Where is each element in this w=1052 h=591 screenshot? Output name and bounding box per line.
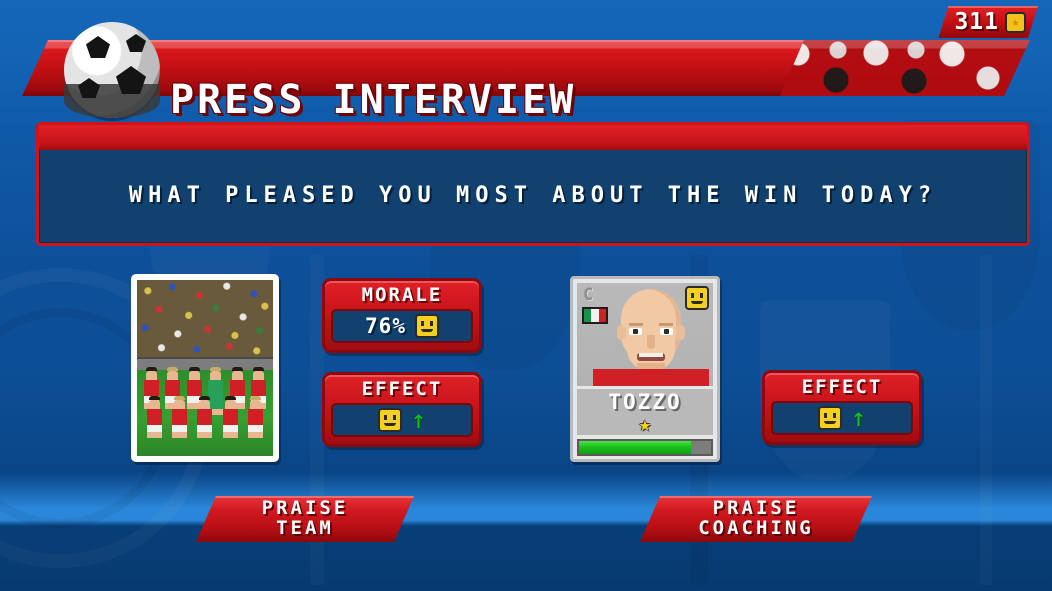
pitch-background [137,367,273,456]
effect-team-label: EFFECT [361,378,443,400]
effect-team-value-box: ↑ [331,402,473,437]
morale-panel: MORALE 76% [322,278,482,353]
praise-team-button[interactable]: PRAISE TEAM [196,496,414,542]
praise-coaching-button[interactable]: PRAISE COACHING [640,496,872,542]
crowd-background [137,280,273,358]
morale-value: 76% [365,313,406,338]
team-photo-card[interactable] [131,274,279,462]
coach-mood-icon-wrap [685,286,709,314]
coach-name-plate: TOZZO ★ [577,389,713,435]
smiley-face-icon [817,405,842,430]
coach-portrait: C [577,283,713,386]
star-icon: ★ [638,412,652,437]
coach-rating-bar [577,439,713,456]
question-banner-top-bar [39,125,1027,150]
game-screen: PRESS INTERVIEW 311 ★ WHAT PLEASED YOU M… [0,0,1052,591]
coach-rating-fill [579,441,692,454]
currency-amount: 311 [954,9,999,35]
team-player [197,395,213,438]
team-player [222,395,238,438]
up-arrow-icon: ↑ [850,403,867,433]
coach-role-badge: C [583,285,594,305]
morale-label: MORALE [361,284,443,306]
team-player [172,395,188,438]
praise-team-line2: TEAM [276,517,334,539]
currency-badge[interactable]: 311 ★ [938,6,1038,38]
background-watermark-streak [980,255,992,585]
effect-coaching-label: EFFECT [801,376,883,398]
team-player [247,395,263,438]
gold-coin-icon: ★ [1005,12,1026,33]
page-title: PRESS INTERVIEW [170,77,577,123]
morale-value-box: 76% [331,308,473,343]
header-ball-pattern [780,40,1030,96]
praise-coaching-line2: COACHING [698,517,814,539]
effect-coaching-value-box: ↑ [771,400,913,435]
effect-coaching-panel: EFFECT ↑ [762,370,922,445]
praise-team-line1: PRAISE [261,497,349,520]
coach-card[interactable]: C TOZZO ★ [570,276,720,462]
player-row-front [137,395,273,438]
team-player [147,395,163,438]
question-text: WHAT PLEASED YOU MOST ABOUT THE WIN TODA… [128,183,938,208]
praise-coaching-line1: PRAISE [712,497,800,520]
soccer-ball-icon [64,22,160,118]
smiley-face-icon [377,407,402,432]
up-arrow-icon: ↑ [410,405,427,435]
smiley-face-icon [414,313,439,338]
italy-flag-icon [582,307,608,324]
team-photo-image [137,280,273,456]
coach-face-art [593,289,709,386]
smiley-face-icon [685,286,709,310]
effect-team-panel: EFFECT ↑ [322,372,482,447]
coach-name: TOZZO [608,390,682,414]
question-banner: WHAT PLEASED YOU MOST ABOUT THE WIN TODA… [36,122,1030,246]
